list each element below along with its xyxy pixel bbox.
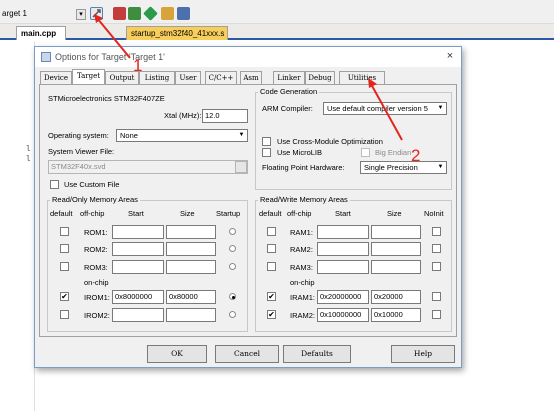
arrow-2-line	[370, 83, 403, 141]
annotation-step-2: 2	[411, 146, 421, 165]
arrow-1-head	[94, 14, 103, 23]
arrow-1-line	[96, 17, 131, 59]
annotation-step-1: 1	[133, 56, 143, 75]
annotation-layer	[94, 14, 403, 141]
